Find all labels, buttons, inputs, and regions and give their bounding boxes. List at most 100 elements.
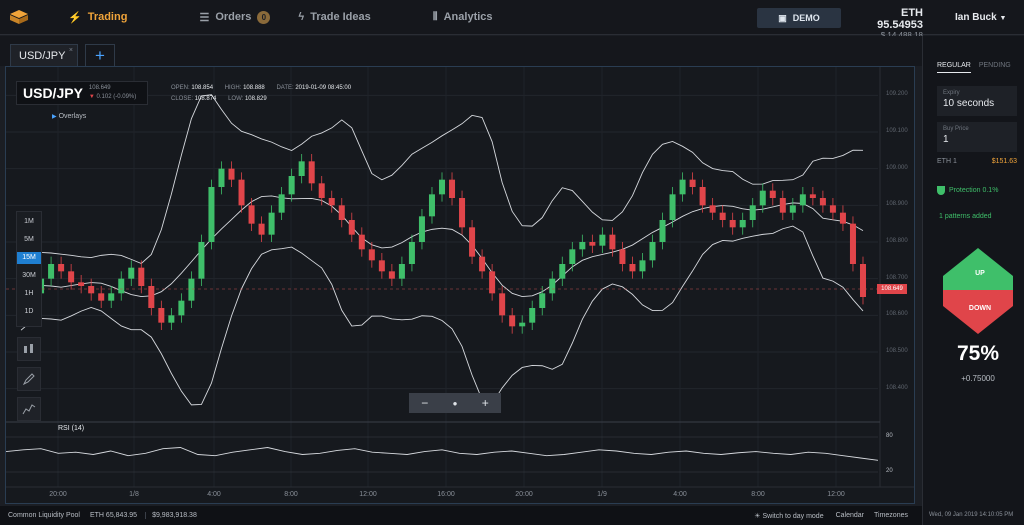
candle-body bbox=[819, 198, 826, 206]
current-price-marker: 108.649 bbox=[877, 284, 907, 294]
candle-body bbox=[418, 216, 425, 242]
candle-body bbox=[308, 161, 315, 184]
candle-body bbox=[649, 242, 656, 261]
user-menu[interactable]: Ian Buck ▼ bbox=[955, 12, 1006, 23]
candle-body bbox=[88, 286, 95, 294]
orders-count-badge: 0 bbox=[257, 10, 271, 24]
candle-body bbox=[579, 242, 586, 250]
rsi-label: RSI (14) bbox=[58, 425, 85, 432]
candle-body bbox=[829, 205, 836, 213]
time-tick: 1/8 bbox=[129, 491, 139, 498]
payout-percent: 75% bbox=[956, 342, 1000, 365]
candle-body bbox=[68, 271, 75, 283]
top-bar: ⚡ Trading ☰ Orders 0 ϟ Trade Ideas ⦀ Ana… bbox=[0, 0, 1024, 40]
expiry-label: Expiry bbox=[943, 90, 960, 96]
protection-status[interactable]: Protection 0.1% bbox=[937, 186, 998, 195]
time-tick: 20:00 bbox=[49, 491, 67, 498]
bottom-bar: Common Liquidity Pool ETH 65,843.95 $9,9… bbox=[0, 506, 922, 525]
drawing-tool-button[interactable] bbox=[17, 367, 41, 391]
overlays-toggle[interactable]: ▶ Overlays bbox=[52, 113, 86, 120]
rsi-panel bbox=[6, 436, 879, 473]
candle-body bbox=[158, 308, 165, 323]
candle-body bbox=[398, 264, 405, 279]
liquidity-pool-label: Common Liquidity Pool bbox=[8, 512, 80, 519]
nav-analytics[interactable]: ⦀ Analytics bbox=[433, 11, 493, 24]
nav-analytics-label: Analytics bbox=[443, 11, 493, 23]
up-label: UP bbox=[975, 269, 985, 277]
zoom-in-button[interactable]: + bbox=[482, 396, 489, 410]
timeframe-1m[interactable]: 1M bbox=[17, 216, 41, 228]
candle-body bbox=[499, 293, 506, 316]
eth-cost: ETH 1 $151.63 bbox=[937, 158, 1017, 165]
timeframe-15m[interactable]: 15M bbox=[17, 252, 41, 264]
candle-body bbox=[208, 187, 215, 242]
candles bbox=[18, 154, 866, 334]
expiry-field[interactable]: Expiry 10 seconds bbox=[937, 86, 1017, 116]
calendar-link[interactable]: Calendar bbox=[836, 512, 864, 519]
balance-eth: ETH 95.54953 bbox=[877, 7, 923, 31]
candle-body bbox=[378, 260, 385, 272]
date-value: 2019-01-09 08:45:00 bbox=[295, 85, 352, 91]
low-label: LOW: bbox=[228, 96, 244, 102]
low-value: 108.829 bbox=[244, 96, 267, 102]
indicators-button[interactable] bbox=[17, 397, 41, 421]
app-logo[interactable] bbox=[0, 0, 38, 35]
candle-body bbox=[629, 264, 636, 272]
demo-account-button[interactable]: ▣ DEMO bbox=[757, 8, 841, 28]
candle-body bbox=[338, 205, 345, 220]
timezones-link[interactable]: Timezones bbox=[874, 512, 908, 519]
up-button[interactable]: UP bbox=[935, 248, 1024, 292]
buy-price-field[interactable]: Buy Price 1 bbox=[937, 122, 1017, 152]
tab-bar: USD/JPY × + bbox=[0, 36, 922, 66]
price-tick: 108.900 bbox=[886, 201, 908, 208]
nav-orders[interactable]: ☰ Orders 0 bbox=[199, 10, 271, 24]
close-icon[interactable]: × bbox=[69, 47, 73, 54]
nav-trading[interactable]: ⚡ Trading bbox=[68, 11, 127, 24]
price-tick: 108.400 bbox=[886, 384, 908, 391]
candle-body bbox=[659, 220, 666, 242]
tab-regular[interactable]: REGULAR bbox=[937, 62, 971, 73]
timeframe-1h[interactable]: 1H bbox=[17, 288, 41, 300]
candle-body bbox=[859, 264, 866, 297]
down-button[interactable]: DOWN bbox=[935, 290, 1024, 334]
arrow-down-icon: ▼ bbox=[88, 94, 95, 100]
candle-body bbox=[789, 205, 796, 213]
nav-trading-label: Trading bbox=[87, 11, 128, 23]
down-label: DOWN bbox=[968, 304, 992, 312]
sun-icon: ☀ bbox=[754, 512, 761, 520]
day-mode-toggle[interactable]: ☀ Switch to day mode bbox=[754, 512, 823, 520]
reset-zoom-icon[interactable]: ● bbox=[453, 399, 458, 408]
timeframe-1d[interactable]: 1D bbox=[17, 306, 41, 318]
time-tick: 20:00 bbox=[515, 491, 533, 498]
buy-price-value: 1 bbox=[943, 134, 949, 145]
overlays-label: Overlays bbox=[58, 113, 87, 120]
add-tab-button[interactable]: + bbox=[85, 44, 115, 66]
candle-body bbox=[48, 264, 55, 279]
candle-body bbox=[228, 168, 235, 180]
down-arrow-icon bbox=[943, 290, 1013, 334]
patterns-status[interactable]: 1 patterns added bbox=[939, 213, 992, 220]
time-tick: 4:00 bbox=[673, 491, 687, 498]
timeframe-5m[interactable]: 5M bbox=[17, 234, 41, 246]
timeframe-30m[interactable]: 30M bbox=[17, 270, 41, 282]
candle-body bbox=[108, 293, 115, 301]
chart-area[interactable]: USD/JPY 108.649 ▼ 0.102 (-0.09%) ▶ Overl… bbox=[5, 66, 915, 504]
candle-body bbox=[559, 264, 566, 279]
timeframe-selector: 1M 5M 15M 30M 1H 1D bbox=[16, 211, 42, 327]
candle-body bbox=[138, 267, 145, 286]
logo-icon bbox=[10, 10, 28, 24]
time-tick: 8:00 bbox=[284, 491, 298, 498]
candle-type-button[interactable] bbox=[17, 337, 41, 361]
nav-trade-ideas[interactable]: ϟ Trade Ideas bbox=[298, 11, 370, 23]
candle-body bbox=[569, 249, 576, 264]
price-chart[interactable] bbox=[6, 67, 914, 503]
candle-body bbox=[839, 212, 846, 224]
candle-body bbox=[198, 242, 205, 279]
zoom-out-button[interactable]: − bbox=[421, 396, 428, 410]
high-label: HIGH: bbox=[224, 85, 242, 91]
tab-pending[interactable]: PENDING bbox=[979, 62, 1011, 73]
tab-usdjpy[interactable]: USD/JPY × bbox=[10, 44, 78, 66]
tab-usdjpy-label: USD/JPY bbox=[19, 49, 66, 62]
instrument-price: 108.649 bbox=[88, 85, 111, 91]
candle-body bbox=[428, 194, 435, 217]
